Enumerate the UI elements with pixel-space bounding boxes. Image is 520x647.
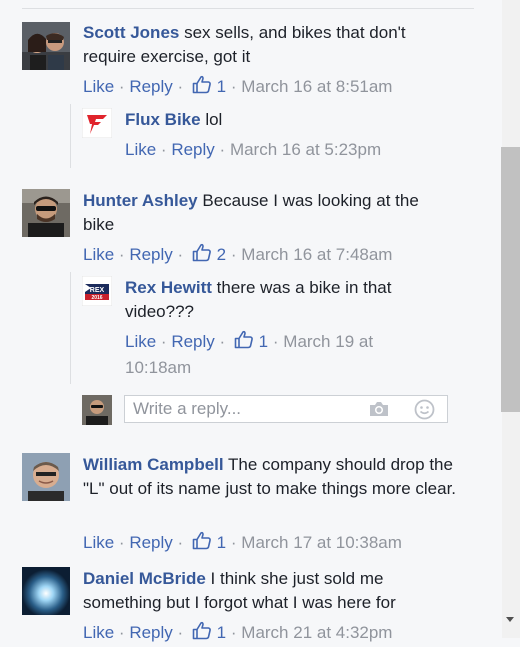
separator: · (160, 332, 167, 351)
scrollbar-thumb[interactable] (501, 147, 520, 412)
avatar-hunter-ashley[interactable] (22, 189, 70, 237)
like-button[interactable]: Like (83, 77, 114, 96)
camera-icon[interactable] (368, 400, 390, 423)
separator: · (118, 77, 125, 96)
separator: · (219, 332, 226, 351)
like-button[interactable]: Like (83, 245, 114, 264)
avatar-daniel-mcbride[interactable] (22, 567, 70, 615)
logo-text: REX (90, 287, 105, 294)
separator: · (118, 245, 125, 264)
logo-text: 2016 (91, 295, 102, 301)
thumbs-up-icon[interactable] (192, 75, 212, 101)
comment-body: Hunter Ashley Because I was looking at t… (83, 189, 453, 237)
comment-body: Daniel McBride I think she just sold me … (83, 567, 453, 615)
like-button[interactable]: Like (83, 623, 114, 642)
reply-button[interactable]: Reply (129, 533, 172, 552)
timestamp[interactable]: March 21 at 4:32pm (241, 623, 392, 642)
thread-line (70, 272, 71, 384)
like-button[interactable]: Like (125, 332, 156, 351)
separator: · (219, 140, 226, 159)
reply-button[interactable]: Reply (129, 245, 172, 264)
separator: · (272, 332, 279, 351)
separator: · (177, 623, 184, 642)
separator: · (118, 623, 125, 642)
thumbs-up-icon[interactable] (192, 243, 212, 269)
thread-line (70, 104, 71, 168)
separator: · (118, 533, 125, 552)
comment-actions: Like · Reply · March 16 at 5:23pm (125, 138, 381, 162)
separator: · (230, 245, 237, 264)
timestamp[interactable]: March 16 at 8:51am (241, 77, 392, 96)
separator: · (230, 77, 237, 96)
thumbs-up-icon[interactable] (192, 621, 212, 647)
separator: · (230, 533, 237, 552)
author-name[interactable]: Rex Hewitt (125, 278, 212, 297)
avatar-william-campbell[interactable] (22, 453, 70, 501)
comment-text: lol (205, 110, 223, 129)
like-count[interactable]: 1 (217, 623, 226, 642)
reply-composer[interactable] (124, 395, 448, 423)
comment-actions: Like · Reply · 1 · March 16 at 8:51am (83, 75, 392, 101)
timestamp[interactable]: March 17 at 10:38am (241, 533, 402, 552)
comment-body: William Campbell The company should drop… (83, 453, 458, 501)
reply-button[interactable]: Reply (129, 77, 172, 96)
comment-actions: Like · Reply · 1 · March 19 at 10:18am (125, 330, 425, 380)
reply-input[interactable] (133, 398, 353, 420)
separator: · (230, 623, 237, 642)
avatar-scott-jones[interactable] (22, 22, 70, 70)
like-button[interactable]: Like (83, 533, 114, 552)
comment-actions: Like · Reply · 2 · March 16 at 7:48am (83, 243, 392, 269)
like-count[interactable]: 1 (217, 533, 226, 552)
thumbs-up-icon[interactable] (234, 330, 254, 356)
timestamp[interactable]: March 16 at 5:23pm (230, 140, 381, 159)
author-name[interactable]: Hunter Ashley (83, 191, 198, 210)
like-count[interactable]: 1 (217, 77, 226, 96)
comment-body: Scott Jones sex sells, and bikes that do… (83, 21, 453, 69)
comment-actions: Like · Reply · 1 · March 21 at 4:32pm (83, 621, 392, 647)
like-count[interactable]: 2 (217, 245, 226, 264)
separator: · (177, 77, 184, 96)
avatar-current-user (82, 395, 112, 425)
separator: · (177, 245, 184, 264)
comment-body: Flux Bike lol (125, 108, 445, 132)
author-name[interactable]: Scott Jones (83, 23, 179, 42)
avatar-flux-bike[interactable] (82, 108, 112, 138)
author-name[interactable]: William Campbell (83, 455, 224, 474)
thumbs-up-icon[interactable] (192, 531, 212, 557)
like-count[interactable]: 1 (259, 332, 268, 351)
author-name[interactable]: Daniel McBride (83, 569, 206, 588)
avatar-rex-hewitt[interactable]: REX 2016 (82, 276, 112, 306)
scroll-down-arrow-icon[interactable] (506, 617, 514, 622)
comment-body: Rex Hewitt there was a bike in that vide… (125, 276, 425, 324)
divider (22, 8, 474, 9)
reply-button[interactable]: Reply (129, 623, 172, 642)
like-button[interactable]: Like (125, 140, 156, 159)
separator: · (177, 533, 184, 552)
reply-button[interactable]: Reply (171, 332, 214, 351)
comment-actions: Like · Reply · 1 · March 17 at 10:38am (83, 531, 402, 557)
separator: · (160, 140, 167, 159)
author-name[interactable]: Flux Bike (125, 110, 201, 129)
smiley-icon[interactable] (414, 399, 435, 425)
timestamp[interactable]: March 16 at 7:48am (241, 245, 392, 264)
reply-button[interactable]: Reply (171, 140, 214, 159)
